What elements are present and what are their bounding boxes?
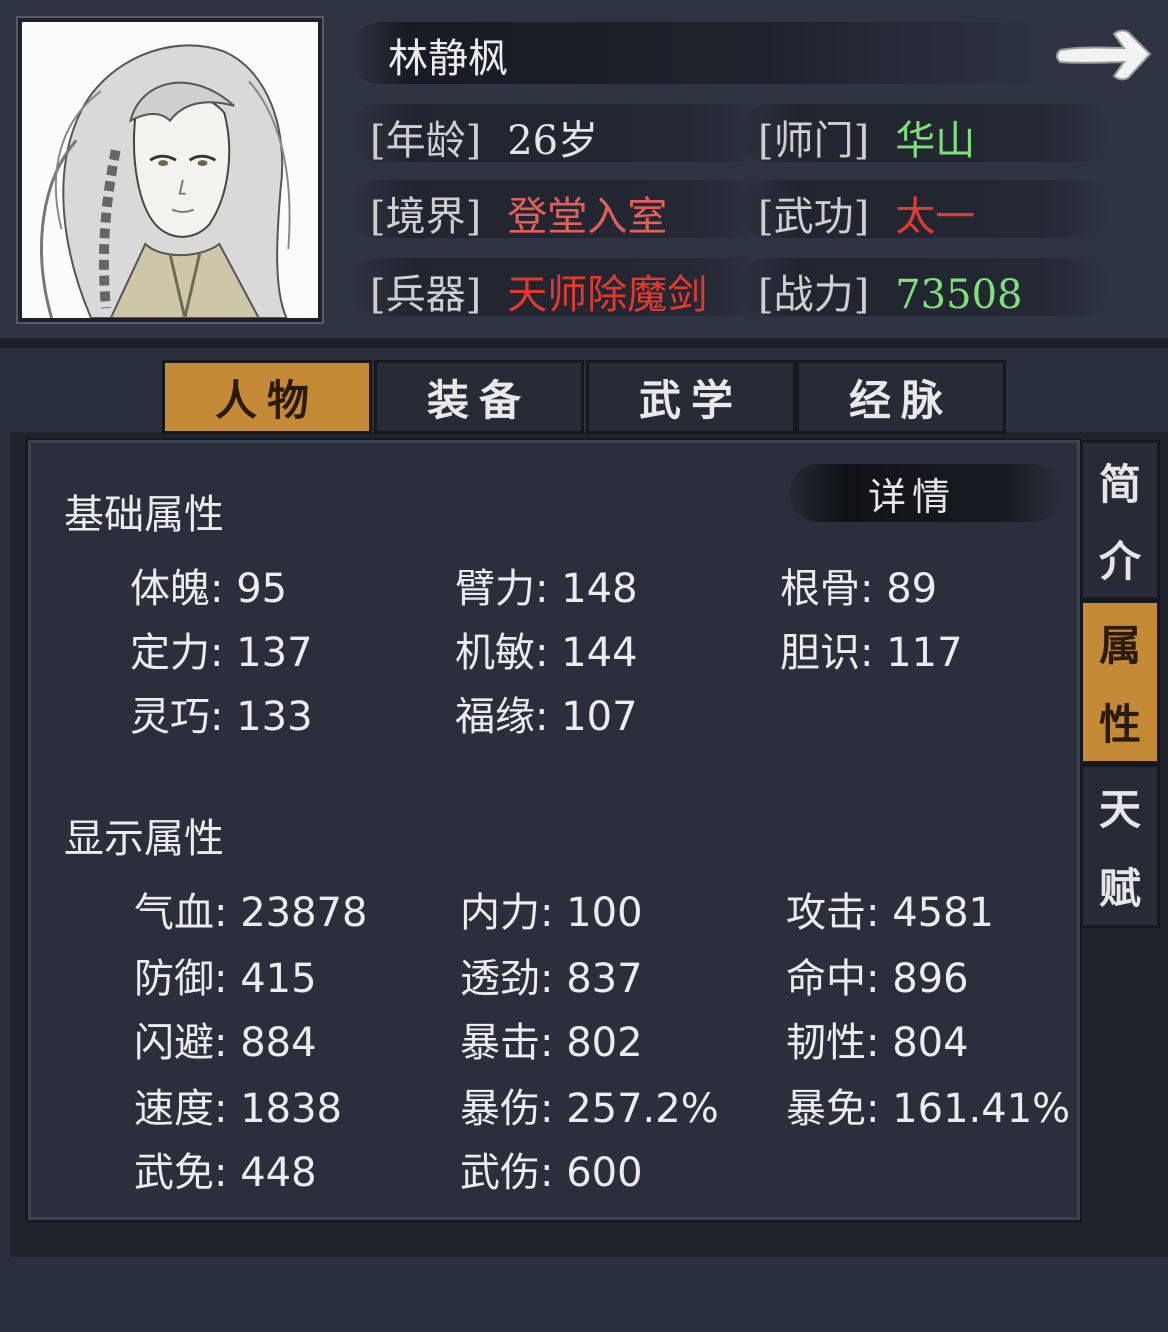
tab-equipment[interactable]: 装备 (374, 360, 584, 434)
stat-accuracy: 命中: 896 (786, 956, 969, 1002)
stat-toughness: 韧性: 804 (786, 1020, 969, 1066)
side-tab-talents[interactable]: 天 赋 (1080, 764, 1160, 928)
age-label: [年龄] (370, 118, 482, 164)
bottom-band (0, 1257, 1168, 1332)
stat-dexterity: 灵巧: 133 (130, 694, 313, 740)
stat-attack: 攻击: 4581 (786, 890, 994, 936)
tab-character-label: 人物 (214, 375, 319, 425)
age-row: [年龄] 26岁 (370, 108, 598, 166)
side-tab-intro-char-2: 介 (1098, 537, 1141, 586)
stat-defense: 防御: 415 (134, 956, 317, 1002)
stat-crit-damage: 暴伤: 257.2% (460, 1086, 719, 1132)
martial-value: 太一 (895, 194, 976, 240)
weapon-label: [兵器] (370, 272, 482, 318)
power-value: 73508 (895, 272, 1023, 318)
side-tab-attributes[interactable]: 属 性 (1080, 600, 1160, 764)
stat-fortune: 福缘: 107 (455, 694, 638, 740)
realm-row: [境界] 登堂入室 (370, 184, 667, 242)
stat-crit-resist: 暴免: 161.41% (786, 1086, 1071, 1132)
side-tab-attributes-char-1: 属 (1098, 621, 1141, 670)
side-tab-talents-char-1: 天 (1098, 785, 1141, 834)
arrow-right-icon[interactable] (1052, 22, 1156, 88)
stat-agility: 机敏: 144 (455, 630, 638, 676)
stat-martial-resist: 武免: 448 (134, 1150, 317, 1196)
tab-character[interactable]: 人物 (162, 360, 372, 434)
stat-physique: 体魄: 95 (130, 566, 288, 612)
character-name: 林静枫 (388, 36, 508, 82)
weapon-row: [兵器] 天师除魔剑 (370, 262, 707, 320)
realm-label: [境界] (370, 194, 482, 240)
tab-meridians[interactable]: 经脉 (796, 360, 1006, 434)
stat-martial-damage: 武伤: 600 (460, 1150, 643, 1196)
tab-meridians-label: 经脉 (848, 375, 953, 425)
martial-label: [武功] (758, 194, 870, 240)
age-value: 26岁 (507, 118, 599, 164)
realm-value: 登堂入室 (507, 194, 668, 240)
side-tab-intro-char-1: 简 (1098, 460, 1141, 509)
stat-dodge: 闪避: 884 (134, 1020, 317, 1066)
portrait-illustration (22, 22, 318, 318)
tab-martial-arts[interactable]: 武学 (586, 360, 796, 434)
display-attributes-title: 显示属性 (64, 816, 224, 862)
header-divider (0, 338, 1168, 348)
side-tab-attributes-char-2: 性 (1098, 700, 1141, 749)
power-label: [战力] (758, 272, 870, 318)
stat-internal-force: 内力: 100 (460, 890, 643, 936)
martial-row: [武功] 太一 (758, 184, 975, 242)
sect-value: 华山 (895, 118, 976, 164)
side-tab-talents-char-2: 赋 (1098, 864, 1141, 913)
stat-critical: 暴击: 802 (460, 1020, 643, 1066)
basic-attributes-title: 基础属性 (64, 492, 224, 538)
sect-row: [师门] 华山 (758, 108, 975, 166)
stat-hp: 气血: 23878 (134, 890, 368, 936)
weapon-value: 天师除魔剑 (507, 272, 708, 318)
power-row: [战力] 73508 (758, 262, 1022, 320)
sect-label: [师门] (758, 118, 870, 164)
side-tab-intro[interactable]: 简 介 (1080, 440, 1160, 600)
stat-speed: 速度: 1838 (134, 1086, 342, 1132)
stat-courage: 胆识: 117 (780, 630, 963, 676)
tab-equipment-label: 装备 (426, 375, 531, 425)
stat-penetration: 透劲: 837 (460, 956, 643, 1002)
tab-martial-arts-label: 武学 (638, 375, 743, 425)
stat-bone: 根骨: 89 (780, 566, 938, 612)
character-portrait (18, 18, 322, 322)
stat-arm-strength: 臂力: 148 (455, 566, 638, 612)
stat-composure: 定力: 137 (130, 630, 313, 676)
detail-button[interactable]: 详情 (862, 466, 962, 519)
